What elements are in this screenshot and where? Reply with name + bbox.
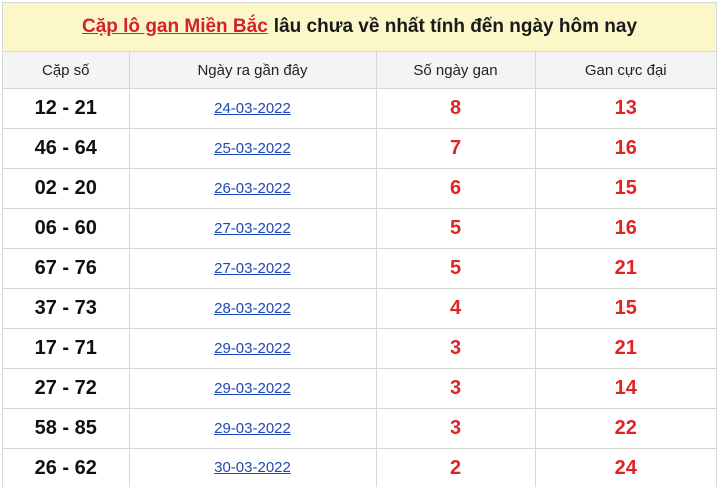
pair-value: 17 - 71	[34, 337, 97, 359]
date-link[interactable]: 24-03-2022	[214, 100, 291, 117]
days-gan-value: 2	[449, 456, 462, 479]
date-link[interactable]: 26-03-2022	[214, 180, 291, 197]
pair-value: 46 - 64	[34, 137, 97, 159]
table-row: 37 - 73 28-03-2022 4 15	[3, 288, 716, 329]
pair-value: 12 - 21	[34, 97, 97, 119]
pair-value: 37 - 73	[34, 297, 97, 319]
table-row: 06 - 60 27-03-2022 5 16	[3, 208, 716, 249]
max-gan-value: 22	[614, 417, 637, 439]
days-gan-value: 6	[449, 177, 462, 199]
max-gan-value: 21	[614, 257, 637, 279]
pair-value: 58 - 85	[34, 417, 97, 439]
days-gan-value: 3	[449, 417, 462, 439]
table-row: 12 - 21 24-03-2022 8 13	[3, 88, 716, 129]
max-gan-value: 16	[614, 217, 637, 239]
max-gan-value: 15	[614, 297, 637, 319]
max-gan-value: 13	[614, 97, 637, 119]
title-link[interactable]: Cặp lô gan Miền Bắc	[82, 16, 268, 38]
date-link[interactable]: 29-03-2022	[214, 380, 291, 397]
table-header-row: Cặp số Ngày ra gần đây Số ngày gan Gan c…	[3, 52, 716, 89]
title-text: lâu chưa về nhất tính đến ngày hôm nay	[273, 16, 638, 37]
pair-value: 67 - 76	[34, 257, 97, 279]
date-link[interactable]: 27-03-2022	[214, 260, 291, 277]
date-link[interactable]: 25-03-2022	[214, 140, 291, 157]
days-gan-value: 4	[449, 297, 462, 319]
days-gan-value: 7	[449, 137, 462, 159]
days-gan-value: 5	[449, 257, 462, 279]
days-gan-value: 3	[449, 337, 462, 359]
date-link[interactable]: 28-03-2022	[214, 300, 291, 317]
header-recent-date: Ngày ra gần đây	[128, 52, 377, 89]
lo-gan-table-panel: Cặp lô gan Miền Bắc lâu chưa về nhất tín…	[2, 2, 717, 487]
table-row: 17 - 71 29-03-2022 3 21	[3, 328, 716, 369]
date-link[interactable]: 27-03-2022	[214, 220, 291, 237]
pair-value: 06 - 60	[34, 217, 97, 239]
table-row: 02 - 20 26-03-2022 6 15	[3, 168, 716, 209]
header-pair: Cặp số	[3, 52, 130, 89]
pair-value: 26 - 62	[34, 456, 97, 479]
max-gan-value: 15	[614, 177, 637, 199]
table-row: 27 - 72 29-03-2022 3 14	[3, 368, 716, 409]
table-row: 26 - 62 30-03-2022 2 24	[3, 448, 716, 487]
date-link[interactable]: 29-03-2022	[214, 340, 291, 357]
lo-gan-table: Cặp số Ngày ra gần đây Số ngày gan Gan c…	[3, 52, 716, 487]
max-gan-value: 16	[614, 137, 637, 159]
table-row: 58 - 85 29-03-2022 3 22	[3, 408, 716, 449]
days-gan-value: 5	[449, 217, 462, 239]
days-gan-value: 3	[449, 377, 462, 399]
max-gan-value: 14	[614, 377, 637, 399]
days-gan-value: 8	[449, 97, 462, 119]
max-gan-value: 21	[614, 337, 637, 359]
date-link[interactable]: 30-03-2022	[214, 459, 291, 476]
date-link[interactable]: 29-03-2022	[214, 420, 291, 437]
table-title: Cặp lô gan Miền Bắc lâu chưa về nhất tín…	[3, 3, 716, 52]
max-gan-value: 24	[614, 456, 637, 479]
pair-value: 27 - 72	[34, 377, 97, 399]
pair-value: 02 - 20	[34, 177, 97, 199]
header-max-gan: Gan cực đại	[534, 52, 716, 89]
table-row: 67 - 76 27-03-2022 5 21	[3, 248, 716, 289]
table-row: 46 - 64 25-03-2022 7 16	[3, 128, 716, 169]
header-days-gan: Số ngày gan	[375, 52, 536, 89]
